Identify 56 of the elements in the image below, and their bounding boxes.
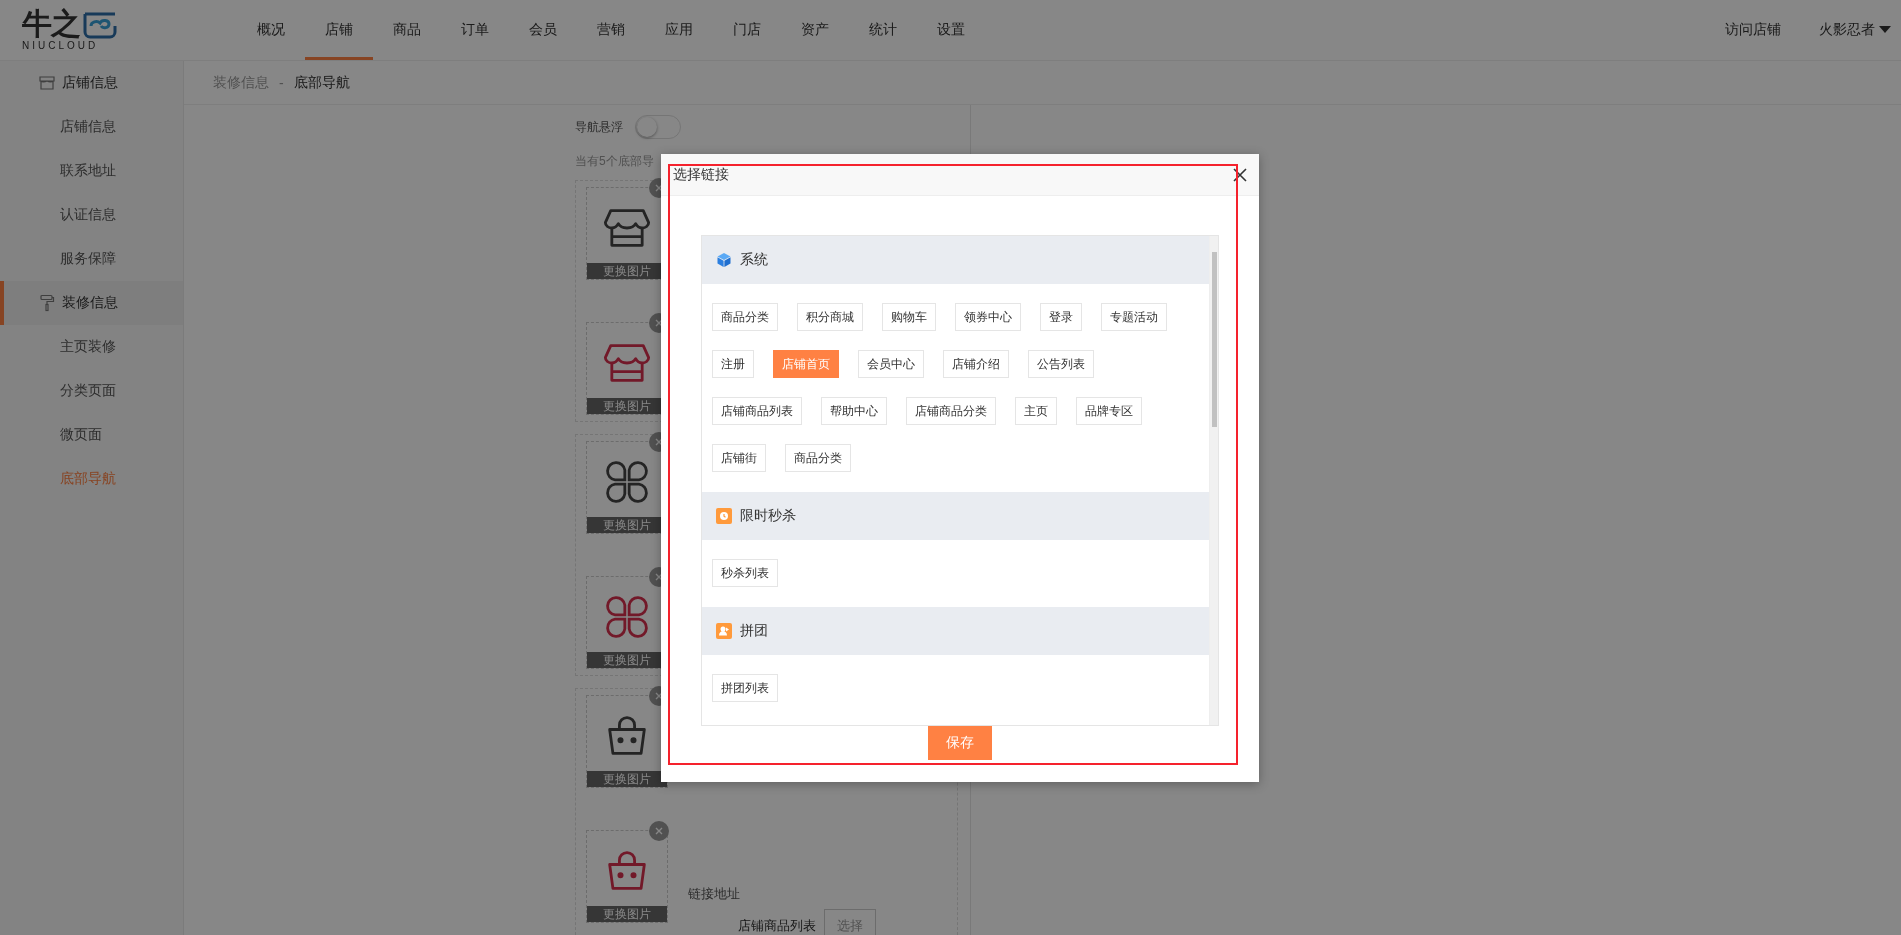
sidebar-item[interactable]: 联系地址: [0, 149, 183, 193]
link-option[interactable]: 店铺介绍: [943, 350, 1009, 378]
sidebar-item[interactable]: 认证信息: [0, 193, 183, 237]
link-option[interactable]: 注册: [712, 350, 754, 378]
user-menu[interactable]: 火影忍者: [1819, 21, 1891, 39]
sidebar-item[interactable]: 分类页面: [0, 369, 183, 413]
nav-tab[interactable]: 资产: [781, 0, 849, 60]
nav-tab[interactable]: 订单: [441, 0, 509, 60]
link-option[interactable]: 品牌专区: [1076, 397, 1142, 425]
nav-tab[interactable]: 门店: [713, 0, 781, 60]
link-option[interactable]: 积分商城: [797, 303, 863, 331]
link-option[interactable]: 主页: [1015, 397, 1057, 425]
sidebar-group[interactable]: 店铺信息: [0, 61, 183, 105]
link-label: 链接地址: [688, 885, 741, 903]
link-option[interactable]: 登录: [1040, 303, 1082, 331]
logo-text: 牛之: [22, 8, 80, 40]
nav-tab[interactable]: 设置: [917, 0, 985, 60]
link-option[interactable]: 会员中心: [858, 350, 924, 378]
nav-tab[interactable]: 营销: [577, 0, 645, 60]
section-title: 拼团: [740, 622, 768, 640]
nav-tab[interactable]: 概况: [237, 0, 305, 60]
change-image-button[interactable]: 更换图片: [587, 906, 667, 922]
sidebar-group-label: 店铺信息: [62, 74, 118, 92]
link-option[interactable]: 店铺商品分类: [906, 397, 996, 425]
sidebar-item[interactable]: 微页面: [0, 413, 183, 457]
sidebar-group-label: 装修信息: [62, 294, 118, 312]
link-option[interactable]: 商品分类: [785, 444, 851, 472]
visit-store-link[interactable]: 访问店铺: [1725, 21, 1781, 39]
nav-tab[interactable]: 应用: [645, 0, 713, 60]
logo-subtitle: NIUCLOUD: [22, 40, 100, 52]
link-option[interactable]: 帮助中心: [821, 397, 887, 425]
link-value: 店铺商品列表: [738, 917, 816, 935]
sidebar-item[interactable]: 主页装修: [0, 325, 183, 369]
nav-tab[interactable]: 统计: [849, 0, 917, 60]
dialog-title: 选择链接: [673, 165, 729, 184]
link-option[interactable]: 拼团列表: [712, 674, 778, 702]
link-option[interactable]: 专题活动: [1101, 303, 1167, 331]
link-option[interactable]: 购物车: [882, 303, 936, 331]
toggle-label: 导航悬浮: [575, 118, 623, 136]
link-option[interactable]: 店铺街: [712, 444, 766, 472]
change-image-button[interactable]: 更换图片: [587, 771, 667, 787]
link-option[interactable]: 商品分类: [712, 303, 778, 331]
sidebar-group[interactable]: 装修信息: [0, 281, 183, 325]
sidebar-item[interactable]: 店铺信息: [0, 105, 183, 149]
link-option[interactable]: 领券中心: [955, 303, 1021, 331]
nav-tab[interactable]: 会员: [509, 0, 577, 60]
nav-tab[interactable]: 商品: [373, 0, 441, 60]
breadcrumb-item: 底部导航: [293, 73, 350, 92]
link-option[interactable]: 店铺商品列表: [712, 397, 802, 425]
link-option[interactable]: 公告列表: [1028, 350, 1094, 378]
nav-tab[interactable]: 店铺: [305, 0, 373, 60]
sidebar-item[interactable]: 服务保障: [0, 237, 183, 281]
section-title: 系统: [740, 251, 768, 269]
link-option[interactable]: 秒杀列表: [712, 559, 778, 587]
section-title: 限时秒杀: [740, 507, 796, 525]
breadcrumb-separator: -: [279, 74, 284, 91]
